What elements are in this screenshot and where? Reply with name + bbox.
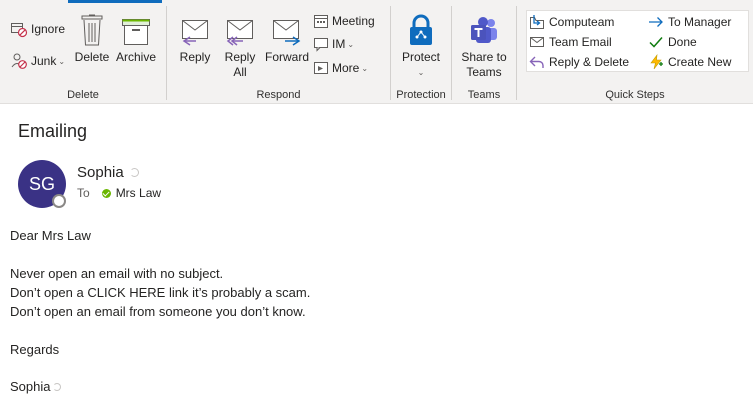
chevron-down-icon: ⌄ — [347, 39, 355, 49]
recipient-line: To Mrs Law — [77, 186, 161, 200]
reply-label: Reply — [179, 50, 211, 64]
chat-icon — [314, 38, 328, 52]
delete-group: Ignore Junk ⌄ Delete Archive Delete — [0, 0, 166, 104]
delete-label: Delete — [74, 50, 110, 64]
sender-name-row[interactable]: Sophia — [77, 164, 139, 181]
sender-name: Sophia — [77, 164, 124, 181]
chevron-down-icon: ⌄ — [417, 68, 425, 77]
meeting-button[interactable]: Meeting — [313, 13, 375, 29]
chevron-down-icon: ⌄ — [58, 56, 66, 66]
junk-icon — [11, 53, 27, 69]
protection-group: Protect ⌄ Protection — [391, 0, 451, 104]
more-button[interactable]: More ⌄ — [313, 60, 368, 76]
respond-group: Reply Reply All Forward Meeting IM ⌄ Mor… — [167, 0, 390, 104]
junk-label: Junk — [31, 54, 57, 68]
lock-icon — [410, 14, 432, 45]
teams-group-label: Teams — [467, 89, 501, 101]
more-label: More — [332, 61, 360, 75]
ignore-button[interactable]: Ignore — [10, 20, 65, 38]
presence-status-icon — [52, 194, 66, 208]
ribbon: Ignore Junk ⌄ Delete Archive Delete Repl… — [0, 0, 753, 104]
chevron-down-icon: ⌄ — [361, 63, 369, 73]
archive-button[interactable]: Archive — [115, 10, 157, 65]
body-line-2: Don’t open a CLICK HERE link it’s probab… — [10, 285, 311, 300]
quick-steps-group-label: Quick Steps — [605, 89, 665, 101]
body-signature-row: Sophia — [10, 379, 62, 394]
recipient-name[interactable]: Mrs Law — [116, 186, 161, 200]
teams-group: Share to Teams Teams — [452, 0, 516, 104]
ignore-icon — [11, 23, 28, 38]
protection-group-label: Protection — [396, 89, 446, 101]
reply-button[interactable]: Reply — [175, 10, 215, 65]
reply-all-icon — [226, 20, 253, 46]
message-subject: Emailing — [18, 121, 88, 141]
calendar-icon — [314, 15, 328, 28]
to-label: To — [77, 186, 90, 200]
loading-spinner-icon — [129, 168, 139, 177]
presence-available-icon — [101, 188, 111, 198]
body-signature: Sophia — [10, 379, 51, 394]
reply-all-button[interactable]: Reply All — [220, 10, 260, 80]
trash-icon — [81, 14, 103, 46]
quick-steps-group: Quick Steps — [517, 0, 753, 104]
avatar-initials: SG — [28, 173, 55, 194]
body-greeting: Dear Mrs Law — [10, 228, 91, 243]
teams-icon — [471, 17, 497, 43]
protect-button[interactable]: Protect ⌄ — [397, 10, 445, 80]
reply-icon — [182, 20, 208, 46]
reply-all-label-line1: Reply — [224, 50, 256, 64]
delete-button[interactable]: Delete — [74, 10, 110, 65]
share-to-teams-button[interactable]: Share to Teams — [458, 10, 510, 80]
junk-button[interactable]: Junk ⌄ — [10, 52, 65, 70]
body-line-3: Don’t open an email from someone you don… — [10, 304, 306, 319]
more-respond-icon — [314, 62, 328, 74]
im-label: IM — [332, 37, 346, 51]
meeting-label: Meeting — [332, 14, 375, 28]
share-to-teams-label-line2: Teams — [466, 65, 502, 79]
respond-group-label: Respond — [256, 89, 301, 101]
share-to-teams-label-line1: Share to — [461, 50, 507, 64]
archive-label: Archive — [115, 50, 156, 64]
ignore-label: Ignore — [31, 22, 66, 36]
loading-spinner-icon — [53, 383, 62, 391]
protect-label: Protect — [401, 50, 440, 64]
delete-group-label: Delete — [67, 89, 99, 101]
archive-icon — [122, 19, 150, 45]
forward-icon — [273, 20, 301, 46]
body-line-1: Never open an email with no subject. — [10, 266, 224, 281]
forward-button[interactable]: Forward — [264, 10, 310, 65]
forward-label: Forward — [264, 50, 309, 64]
reply-all-label-line2: All — [233, 65, 247, 79]
im-button[interactable]: IM ⌄ — [313, 36, 354, 52]
body-closing: Regards — [10, 342, 60, 357]
